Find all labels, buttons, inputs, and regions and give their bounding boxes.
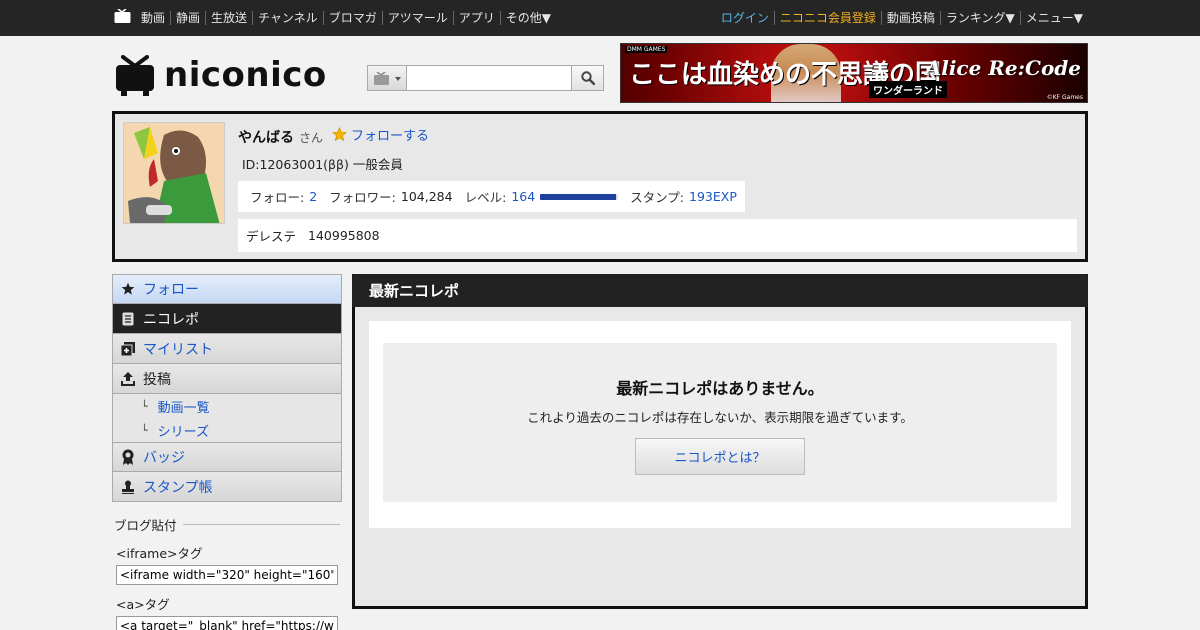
sidebar-item-video-list[interactable]: └ 動画一覧	[112, 394, 342, 418]
sidebar-item-label: 動画一覧	[157, 400, 210, 416]
tv-icon	[374, 72, 389, 85]
banner-game-logo: Alice Re:Code	[925, 56, 1081, 80]
sidebar-item-label: マイリスト	[143, 341, 213, 358]
sidebar-item-label: バッジ	[143, 450, 185, 466]
description-key: デレステ	[246, 229, 297, 244]
user-honorific: さん	[299, 131, 324, 145]
nav-video[interactable]: 動画	[141, 11, 170, 25]
nav-seiga[interactable]: 静画	[170, 11, 205, 25]
empty-state: 最新ニコレポはありません。 これより過去のニコレポは存在しないか、表示期限を過ぎ…	[383, 343, 1057, 502]
stamp-label: スタンプ:	[630, 190, 685, 205]
nav-ranking-menu[interactable]: ランキング▼	[939, 11, 1020, 25]
mylist-add-icon	[121, 341, 135, 356]
panel-title: 最新ニコレポ	[352, 274, 1088, 307]
nav-upload-video[interactable]: 動画投稿	[880, 11, 940, 25]
a-tag-label: <a>タグ	[116, 597, 170, 612]
user-profile-card: やんばる さん フォローする ID:12063001(ββ) 一般会員 フォロー…	[112, 111, 1088, 262]
follow-button[interactable]: フォローする	[332, 125, 429, 144]
a-tag-field[interactable]	[116, 616, 338, 630]
description-value: 140995808	[308, 228, 380, 243]
sidebar-item-badge[interactable]: バッジ	[112, 442, 342, 472]
stamp-icon	[121, 480, 135, 494]
empty-state-description: これより過去のニコレポは存在しないか、表示期限を過ぎています。	[527, 410, 913, 425]
user-sidebar-menu: フォロー ニコレポ マイリスト 投稿 └ 動画一覧 └ シリーズ バッジ スタン…	[112, 274, 342, 502]
star-icon	[121, 282, 135, 296]
chevron-down-icon	[395, 77, 401, 81]
blog-embed-section: ブログ貼付 <iframe>タグ <a>タグ	[114, 515, 340, 630]
nav-main-menu[interactable]: メニュー▼	[1019, 11, 1088, 25]
iframe-tag-label: <iframe>タグ	[116, 546, 203, 561]
tree-corner-icon: └	[141, 423, 148, 437]
global-nav-bar: 動画 静画 生放送 チャンネル ブロマガ アツマール アプリ その他▼ ログイン…	[0, 0, 1200, 36]
account-links: ログイン ニコニコ会員登録 動画投稿 ランキング▼ メニュー▼	[716, 0, 1088, 36]
blog-embed-heading: ブログ貼付	[114, 515, 340, 534]
badge-icon	[121, 449, 135, 465]
sidebar-item-series[interactable]: └ シリーズ	[112, 418, 342, 442]
ad-banner[interactable]: DMM GAMES ここは血染めの不思議の国 ワンダーランド Alice Re:…	[620, 43, 1088, 103]
level-label: レベル:	[464, 190, 507, 205]
niconico-tv-icon[interactable]	[114, 9, 131, 24]
tree-corner-icon: └	[141, 399, 148, 413]
login-link[interactable]: ログイン	[716, 11, 774, 25]
document-icon	[121, 312, 135, 326]
search-target-select[interactable]	[367, 65, 406, 91]
sidebar-item-mylist[interactable]: マイリスト	[112, 334, 342, 364]
logo-wordmark: niconico	[164, 55, 327, 95]
user-description: デレステ 140995808	[238, 219, 1077, 252]
sidebar-item-stampbook[interactable]: スタンプ帳	[112, 472, 342, 502]
user-stats: フォロー: 2 フォロワー: 104,284 レベル: 164 スタンプ: 19…	[238, 181, 745, 212]
niconico-logo[interactable]: niconico	[114, 53, 356, 96]
follow-count-label: フォロー:	[250, 190, 305, 205]
banner-subtitle: ワンダーランド	[869, 81, 947, 98]
avatar-bird-illustration	[124, 123, 224, 223]
logo-tv-icon	[116, 55, 154, 96]
nav-other-menu[interactable]: その他▼	[499, 11, 556, 25]
nav-app[interactable]: アプリ	[452, 11, 500, 25]
follow-button-label: フォローする	[351, 129, 430, 144]
sidebar-item-label: 投稿	[143, 371, 171, 388]
stamp-exp[interactable]: 193EXP	[689, 189, 737, 204]
nicorepo-help-button[interactable]: ニコレポとは？	[635, 438, 805, 475]
nicorepo-panel: 最新ニコレポ 最新ニコレポはありません。 これより過去のニコレポは存在しないか、…	[352, 274, 1088, 609]
sidebar-item-uploads: 投稿	[112, 364, 342, 394]
user-name-line: やんばる さん フォローする	[238, 125, 429, 147]
level-progress-fill	[540, 193, 616, 200]
sidebar-item-label: シリーズ	[157, 424, 209, 440]
level-progress-bar	[540, 193, 619, 200]
nicorepo-content: 最新ニコレポはありません。 これより過去のニコレポは存在しないか、表示期限を過ぎ…	[369, 321, 1071, 528]
sidebar-item-nicorepo[interactable]: ニコレポ	[112, 304, 342, 334]
sidebar-item-label: スタンプ帳	[143, 479, 213, 496]
star-icon	[332, 127, 348, 142]
nav-channel[interactable]: チャンネル	[252, 11, 323, 25]
avatar	[123, 122, 225, 224]
empty-state-title: 最新ニコレポはありません。	[616, 379, 824, 398]
nav-blomaga[interactable]: ブロマガ	[322, 11, 382, 25]
search-input[interactable]	[406, 65, 572, 91]
nav-live[interactable]: 生放送	[205, 11, 252, 25]
level-value[interactable]: 164	[511, 189, 535, 204]
banner-copyright: ©KF Games	[1046, 94, 1083, 101]
user-id-line: ID:12063001(ββ) 一般会員	[242, 157, 403, 172]
follower-count-label: フォロワー:	[329, 190, 396, 205]
user-name: やんばる	[238, 130, 294, 146]
iframe-tag-field[interactable]	[116, 565, 338, 585]
search-button[interactable]	[572, 65, 604, 91]
upload-icon	[121, 371, 135, 386]
sidebar-item-label: ニコレポ	[143, 311, 199, 328]
service-links: 動画 静画 生放送 チャンネル ブロマガ アツマール アプリ その他▼	[141, 0, 556, 36]
follower-count: 104,284	[400, 189, 453, 204]
banner-maker: DMM GAMES	[625, 46, 668, 53]
search-form	[367, 65, 604, 91]
nav-atsumaru[interactable]: アツマール	[381, 11, 453, 25]
search-icon	[580, 71, 595, 85]
follow-count[interactable]: 2	[309, 189, 317, 204]
sidebar-item-follow[interactable]: フォロー	[112, 274, 342, 304]
register-link[interactable]: ニコニコ会員登録	[773, 11, 881, 25]
sidebar-item-label: フォロー	[143, 282, 199, 298]
